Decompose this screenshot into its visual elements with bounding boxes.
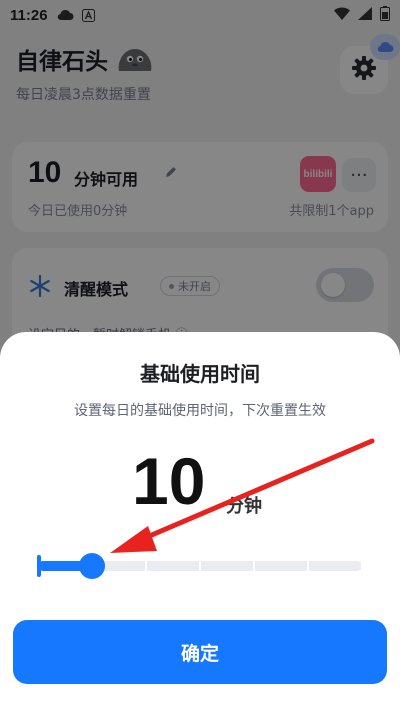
sheet-subtitle: 设置每日的基础使用时间，下次重置生效 — [74, 403, 326, 419]
minutes-value: 10 — [132, 444, 206, 518]
slider-thumb[interactable] — [79, 553, 106, 579]
slider-tick — [361, 557, 363, 575]
minutes-slider[interactable] — [37, 553, 363, 579]
base-time-sheet: 基础使用时间 设置每日的基础使用时间，下次重置生效 10 分钟 确定 — [0, 332, 400, 710]
slider-tick — [307, 557, 309, 575]
sheet-title: 基础使用时间 — [140, 362, 260, 386]
minutes-unit: 分钟 — [226, 496, 262, 517]
slider-tick — [253, 557, 255, 575]
slider-tick — [199, 557, 201, 575]
confirm-button[interactable]: 确定 — [13, 620, 387, 684]
slider-tick — [145, 557, 147, 575]
slider-start-cap — [37, 555, 41, 577]
